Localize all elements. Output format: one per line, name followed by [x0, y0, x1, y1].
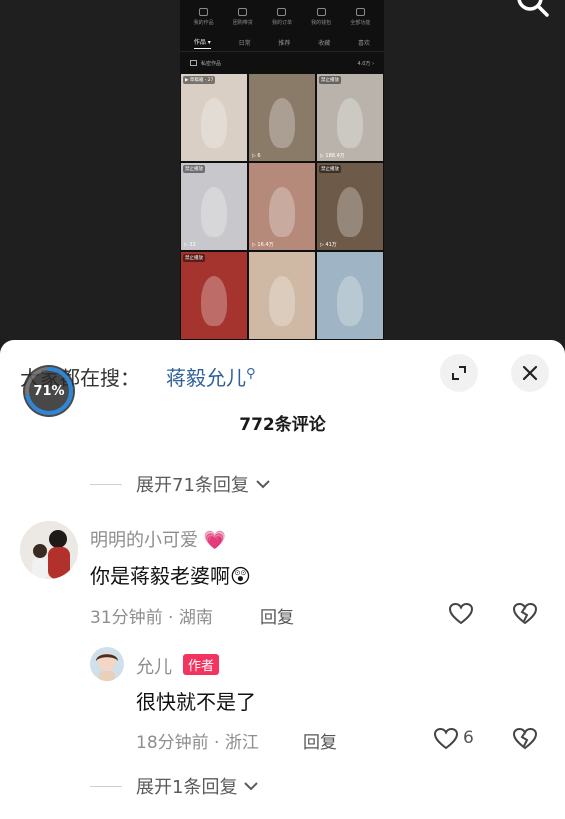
- expand-replies-label: 展开1条回复: [136, 777, 238, 798]
- tab-daily[interactable]: 日常: [239, 38, 251, 47]
- tab-recommend[interactable]: 推荐: [278, 38, 290, 47]
- tool-icon: [277, 8, 287, 16]
- search-icon[interactable]: [513, 0, 553, 24]
- expand-replies-button[interactable]: 展开71条回复: [90, 471, 271, 497]
- expand-button[interactable]: [440, 354, 478, 392]
- video-background: 我的作品 团购带货 我的订单 我的钱包 全部功能 作品 ▾ 日常 推荐 收藏 喜…: [0, 0, 565, 345]
- thumbnail-figure: [201, 276, 227, 326]
- collection-row[interactable]: 私密作品 4.0万 ›: [180, 52, 384, 74]
- close-icon: [522, 365, 538, 381]
- heart-icon[interactable]: [448, 602, 474, 626]
- profile-screenshot: 我的作品 团购带货 我的订单 我的钱包 全部功能 作品 ▾ 日常 推荐 收藏 喜…: [180, 0, 384, 340]
- tool-icon: [355, 8, 365, 16]
- collection-label: 私密作品: [201, 60, 222, 67]
- thumbnail-figure: [337, 276, 363, 326]
- dislike-icon[interactable]: [512, 602, 538, 626]
- view-count: ▷ 16.4万: [252, 242, 274, 248]
- tool-icon: [199, 8, 209, 16]
- close-button[interactable]: [511, 354, 549, 392]
- author-avatar[interactable]: [90, 647, 124, 681]
- tool-label: 全部功能: [350, 20, 371, 26]
- tool-item[interactable]: 团购带货: [224, 4, 262, 34]
- tab-favorites[interactable]: 收藏: [318, 38, 330, 47]
- surprised-emoji-icon: 😲: [230, 564, 251, 588]
- video-thumbnail[interactable]: 禁止播放 ▷ 41万: [317, 163, 383, 250]
- thumbnail-tag: ▶ 草稿箱 · 27: [183, 76, 216, 84]
- view-count: ▷ 6: [252, 153, 261, 159]
- view-count: ▷ 41万: [320, 242, 337, 248]
- expand-icon: [452, 366, 466, 380]
- video-thumbnail[interactable]: 禁止播放 ▷ 32: [181, 163, 247, 250]
- tool-item[interactable]: 我的订单: [263, 4, 301, 34]
- video-thumbnail[interactable]: ▶ 草稿箱 · 27: [181, 74, 247, 161]
- thumbnail-figure: [337, 187, 363, 237]
- collection-count: 4.0万 ›: [357, 60, 374, 67]
- like-count: 6: [463, 728, 474, 748]
- tool-item[interactable]: 全部功能: [341, 4, 379, 34]
- tool-icon: [316, 8, 326, 16]
- reply-button[interactable]: 回复: [260, 603, 294, 628]
- heart-emoji-icon: 💗: [203, 530, 227, 551]
- view-count: ▷ 32: [184, 242, 196, 248]
- author-badge: 作者: [183, 654, 220, 675]
- tool-item[interactable]: 我的钱包: [302, 4, 340, 34]
- video-thumbnail[interactable]: 禁止播放: [181, 252, 247, 339]
- profile-tabs: 作品 ▾ 日常 推荐 收藏 喜欢: [180, 34, 384, 52]
- thumbnail-tag: 禁止播放: [183, 165, 205, 173]
- video-thumbnail[interactable]: ▷ 16.4万: [249, 163, 315, 250]
- reply-button[interactable]: 回复: [303, 728, 337, 753]
- comment-sheet: 大家都在搜： 蒋毅允儿⚲ 71% 772条评论 展开71条回复 明明的小可爱 💗…: [0, 340, 565, 819]
- video-grid: ▶ 草稿箱 · 27 ▷ 6 禁止播放 ▷ 188.4万 禁止播放 ▷ 32 ▷ 16.4万…: [180, 74, 384, 339]
- heart-icon[interactable]: [433, 727, 459, 751]
- search-term[interactable]: 蒋毅允儿: [166, 366, 246, 390]
- tool-label: 我的作品: [193, 20, 214, 26]
- thumbnail-figure: [201, 187, 227, 237]
- view-count: ▷ 188.4万: [320, 153, 345, 159]
- thumbnail-tag: 禁止播放: [319, 76, 341, 84]
- tool-icon: [238, 8, 248, 16]
- comment-meta: 31分钟前 · 湖南: [90, 608, 213, 628]
- tool-label: 团购带货: [232, 20, 253, 26]
- avatar[interactable]: [20, 521, 78, 579]
- thumbnail-tag: 禁止播放: [183, 254, 205, 262]
- comment-text: 你是蒋毅老婆啊😲: [90, 564, 251, 588]
- profile-tool-row: 我的作品 团购带货 我的订单 我的钱包 全部功能: [180, 0, 384, 34]
- video-thumbnail[interactable]: [317, 252, 383, 339]
- reply-text: 很快就不是了: [136, 690, 256, 714]
- comment-count-title: 772条评论: [239, 415, 326, 435]
- expand-replies-label: 展开71条回复: [136, 475, 249, 496]
- tool-item[interactable]: 我的作品: [185, 4, 223, 34]
- thumbnail-figure: [337, 98, 363, 148]
- video-thumbnail[interactable]: ▷ 6: [249, 74, 315, 161]
- tab-likes[interactable]: 喜欢: [358, 38, 370, 47]
- reply-username[interactable]: 允儿: [136, 653, 172, 679]
- thumbnail-figure: [269, 98, 295, 148]
- tool-label: 我的钱包: [311, 20, 332, 26]
- folder-icon: [190, 60, 197, 66]
- chevron-down-icon: [256, 480, 270, 489]
- search-icon: ⚲: [246, 366, 256, 382]
- avatar-image: [20, 521, 78, 579]
- chevron-down-icon: [244, 782, 259, 791]
- video-thumbnail[interactable]: [249, 252, 315, 339]
- expand-replies-button[interactable]: 展开1条回复: [90, 773, 259, 799]
- divider-line: [90, 785, 122, 787]
- dislike-icon[interactable]: [512, 727, 538, 751]
- thumbnail-figure: [269, 276, 295, 326]
- reply-meta: 18分钟前 · 浙江: [136, 733, 259, 753]
- thumbnail-figure: [201, 98, 227, 148]
- comment-username[interactable]: 明明的小可爱 💗: [90, 526, 226, 552]
- tab-works[interactable]: 作品 ▾: [193, 37, 211, 49]
- thumbnail-tag: 禁止播放: [319, 165, 341, 173]
- tool-label: 我的订单: [271, 20, 292, 26]
- divider-line: [90, 483, 122, 485]
- thumbnail-figure: [269, 187, 295, 237]
- search-suggestion[interactable]: 蒋毅允儿⚲: [166, 362, 256, 391]
- video-thumbnail[interactable]: 禁止播放 ▷ 188.4万: [317, 74, 383, 161]
- author-avatar-image: [90, 647, 124, 681]
